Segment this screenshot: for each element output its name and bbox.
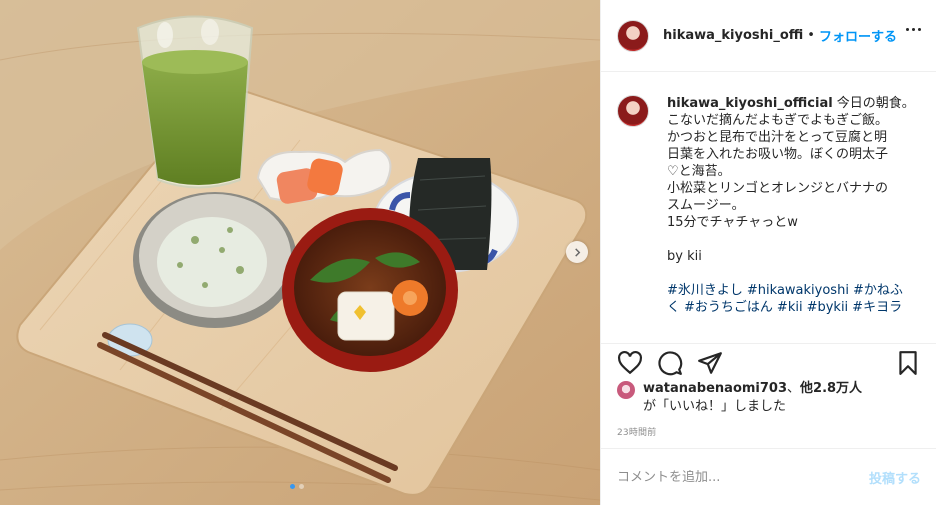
liker-avatar[interactable] <box>617 381 635 399</box>
breakfast-photo-illustration <box>0 0 600 505</box>
header-separator: • <box>807 28 815 43</box>
post-side-panel: hikawa_kiyoshi_offi • フォローする hikawa_kiyo… <box>600 0 936 505</box>
bookmark-icon[interactable] <box>895 350 921 376</box>
caption: hikawa_kiyoshi_official 今日の朝食。 こないだ摘んだよもぎ… <box>617 95 921 316</box>
follow-button[interactable]: フォローする <box>819 26 897 45</box>
caption-line: by kii <box>667 249 702 264</box>
caption-line <box>667 231 907 248</box>
caption-avatar[interactable] <box>617 95 649 127</box>
comments-section[interactable]: hikawa_kiyoshi_official 今日の朝食。 こないだ摘んだよもぎ… <box>601 73 936 343</box>
hashtag-link[interactable]: #hikawakiyoshi <box>747 283 849 298</box>
hashtags-line: #氷川きよし #hikawakiyoshi #かねふ <box>667 282 907 299</box>
post-comment-button[interactable]: 投稿する <box>869 468 921 487</box>
header-username[interactable]: hikawa_kiyoshi_offi <box>663 28 803 43</box>
caption-line: こないだ摘んだよもぎでよもぎご飯。 <box>667 113 889 128</box>
chevron-right-icon <box>574 247 580 257</box>
carousel-dot-1[interactable] <box>290 484 295 489</box>
heart-icon[interactable] <box>617 350 643 376</box>
caption-line: スムージー。 <box>667 198 745 213</box>
hashtag-link[interactable]: #キヨラ <box>852 300 902 315</box>
paper-plane-icon[interactable] <box>697 350 723 376</box>
post-timestamp[interactable]: 23時間前 <box>617 425 656 438</box>
caption-text: hikawa_kiyoshi_official 今日の朝食。 こないだ摘んだよもぎ… <box>667 95 915 316</box>
hashtags-line: く #おうちごはん #kii #bykii #キヨラ <box>667 299 907 316</box>
caption-line: 日葉を入れたお吸い物。ぼくの明太子 <box>667 147 889 162</box>
post-dialog: hikawa_kiyoshi_offi • フォローする hikawa_kiyo… <box>0 0 936 505</box>
hashtag-link[interactable]: #かねふ <box>853 283 903 298</box>
hashtag-link[interactable]: #bykii <box>807 300 849 315</box>
caption-line: かつおと昆布で出汁をとって豆腐と明 <box>667 130 887 145</box>
likes-others[interactable]: 他2.8万人 <box>800 381 862 396</box>
likes-text: watanabenaomi703、他2.8万人 が「いいね！」しました <box>643 380 862 416</box>
hashtag-link[interactable]: く <box>667 300 680 315</box>
post-header: hikawa_kiyoshi_offi • フォローする <box>601 0 936 72</box>
carousel-dots <box>290 484 304 489</box>
likes-line2: が「いいね！」しました <box>643 399 787 414</box>
caption-line: 15分でチャチャっとw <box>667 215 798 230</box>
liker-username[interactable]: watanabenaomi703 <box>643 381 787 396</box>
caption-username[interactable]: hikawa_kiyoshi_official <box>667 96 833 111</box>
action-bar <box>601 343 936 383</box>
likes-summary: watanabenaomi703、他2.8万人 が「いいね！」しました <box>617 380 927 416</box>
add-comment-bar: 投稿する <box>601 448 936 505</box>
carousel-dot-2[interactable] <box>299 484 304 489</box>
more-horizontal-icon[interactable] <box>906 28 921 31</box>
avatar[interactable] <box>617 19 649 52</box>
caption-line: ♡と海苔。 <box>667 164 731 179</box>
likes-comma: 、 <box>787 381 801 396</box>
hashtag-link[interactable]: #おうちごはん <box>684 300 773 315</box>
post-photo[interactable] <box>0 0 600 505</box>
hashtag-link[interactable]: #氷川きよし <box>667 283 743 298</box>
hashtag-link[interactable]: #kii <box>777 300 803 315</box>
caption-line: 小松菜とリンゴとオレンジとバナナの <box>667 181 889 196</box>
comment-bubble-icon[interactable] <box>657 350 683 376</box>
carousel-next-button[interactable] <box>566 241 588 263</box>
comment-input[interactable] <box>617 469 869 485</box>
caption-line: 今日の朝食。 <box>836 96 915 111</box>
